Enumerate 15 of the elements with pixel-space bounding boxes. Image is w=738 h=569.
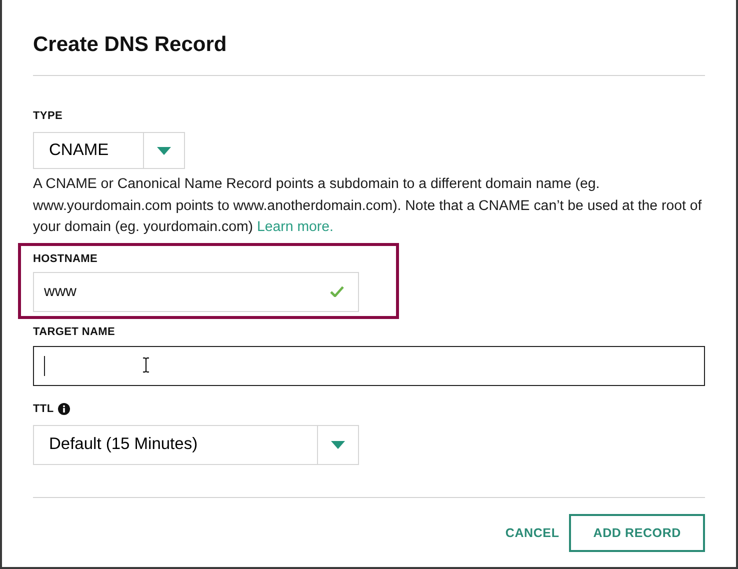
info-icon[interactable] [58, 402, 70, 414]
target-name-field[interactable] [33, 346, 705, 386]
description-text: A CNAME or Canonical Name Record points a subdomain to a different domain name (eg. www.yourdomain.com points to www.anotherdomain.com). Note that a CNAME can’t be used at the root of your domain (eg. yourdomain.com) Learn more. [33, 175, 703, 237]
dialog-title: Create DNS Record [33, 32, 228, 58]
add-record-button[interactable]: ADD RECORD [569, 514, 705, 552]
field-label: TYPE [33, 109, 63, 123]
field-label: TTL [33, 402, 54, 416]
field-label: HOSTNAME [33, 252, 98, 266]
ttl-dropdown[interactable]: Default (15 Minutes) [33, 424, 359, 464]
text-cursor-icon [142, 356, 150, 372]
type-dropdown[interactable]: CNAME [33, 132, 185, 169]
field-label: TARGET NAME [33, 324, 116, 338]
hostname-field[interactable]: www [33, 272, 359, 312]
dropdown-caret-icon [331, 440, 345, 448]
dropdown-caret-icon [157, 146, 171, 154]
